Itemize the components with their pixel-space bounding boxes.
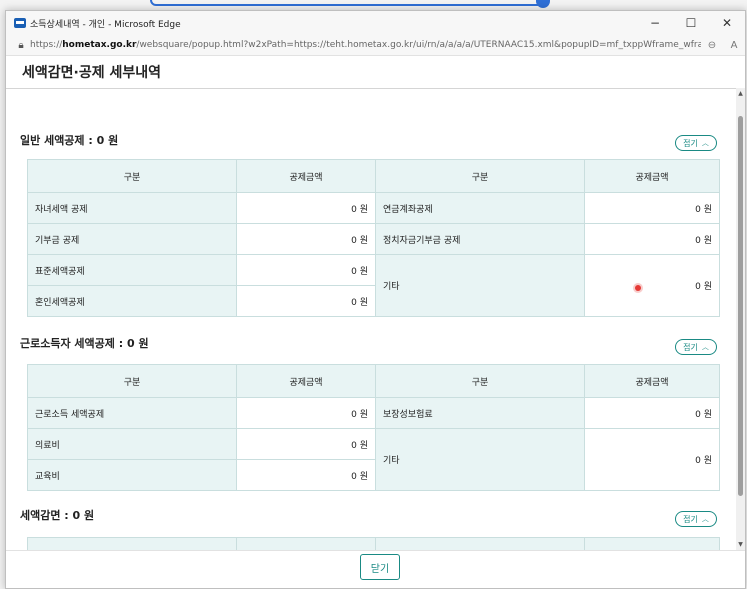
row-amount: 0 원 [236, 459, 376, 491]
col-header: 공제금액 [236, 159, 376, 193]
close-window-button[interactable]: ✕ [709, 16, 745, 30]
col-header: 공제금액 [236, 537, 376, 550]
row-label: 기부금 공제 [27, 223, 237, 255]
row-label: 기타 [375, 254, 585, 317]
fold-label: 접기 [683, 514, 698, 524]
row-amount: 0 원 [236, 397, 376, 429]
col-header: 공제금액 [236, 364, 376, 398]
footer: 닫기 [6, 550, 745, 588]
fold-button-general[interactable]: 접기 ︿ [675, 135, 717, 151]
vertical-scrollbar[interactable]: ▲ ▼ [736, 88, 745, 550]
scroll-up-arrow-icon[interactable]: ▲ [736, 90, 745, 97]
table-row: 근로소득 세액공제 0 원 보장성보험료 0 원 [27, 397, 720, 429]
col-header: 공제금액 [584, 159, 720, 193]
col-header: 구분 [27, 364, 237, 398]
general-credit-table: 구분 공제금액 구분 공제금액 자녀세액 공제 0 원 연금계좌공제 0 원 기… [27, 159, 720, 317]
section-title-general-credit: 일반 세액공제 : 0 원 [20, 134, 119, 147]
tax-reduction-table: 구분 공제금액 구분 공제금액 [27, 537, 720, 550]
row-label: 의료비 [27, 428, 237, 460]
row-amount: 0 원 [584, 428, 720, 491]
col-header: 구분 [375, 159, 585, 193]
chevron-up-icon: ︿ [701, 139, 709, 147]
row-label: 표준세액공제 [27, 254, 237, 286]
chevron-up-icon: ︿ [701, 343, 709, 351]
row-amount: 0 원 [584, 397, 720, 429]
chevron-up-icon: ︿ [701, 515, 709, 523]
col-header: 공제금액 [584, 537, 720, 550]
row-amount: 0 원 [236, 254, 376, 286]
col-header: 구분 [375, 537, 585, 550]
section-title-earned-income-credit: 근로소득자 세액공제 : 0 원 [20, 337, 149, 350]
hometax-app-icon [14, 18, 26, 28]
content-area: 일반 세액공제 : 0 원 접기 ︿ 구분 공제금액 구분 공제금액 자녀세액 공… [6, 88, 745, 550]
earned-income-credit-table: 구분 공제금액 구분 공제금액 근로소득 세액공제 0 원 보장성보험료 0 원… [27, 364, 720, 491]
row-amount: 0 원 [236, 428, 376, 460]
row-label: 교육비 [27, 459, 237, 491]
row-amount: 0 원 [584, 254, 720, 317]
row-label: 혼인세액공제 [27, 285, 237, 317]
col-header: 구분 [27, 159, 237, 193]
row-label: 기타 [375, 428, 585, 491]
page-title: 세액감면·공제 세부내역 [6, 56, 745, 89]
url-text[interactable]: https://hometax.go.kr/websquare/popup.ht… [30, 40, 701, 50]
row-label: 연금계좌공제 [375, 192, 585, 224]
table-row: 표준세액공제 0 원 기타 0 원 [27, 254, 720, 317]
close-button[interactable]: 닫기 [360, 554, 400, 580]
col-header: 구분 [375, 364, 585, 398]
row-amount: 0 원 [236, 285, 376, 317]
address-bar[interactable]: 🔒︎ https://hometax.go.kr/websquare/popup… [6, 35, 745, 56]
scroll-down-arrow-icon[interactable]: ▼ [736, 541, 745, 548]
fold-label: 접기 [683, 342, 698, 352]
background-search-box [150, 0, 544, 6]
row-label: 자녀세액 공제 [27, 192, 237, 224]
mouse-cursor [635, 285, 641, 291]
url-path: /websquare/popup.html?w2xPath=https://te… [136, 40, 701, 50]
row-label: 근로소득 세액공제 [27, 397, 237, 429]
url-prefix: https:// [30, 40, 63, 50]
section-title-tax-reduction: 세액감면 : 0 원 [20, 509, 95, 522]
zoom-icon[interactable]: ⊖ [701, 40, 723, 51]
read-aloud-icon[interactable]: A [723, 40, 745, 51]
popup-window: 소득상세내역 - 개인 - Microsoft Edge − ☐ ✕ 🔒︎ ht… [5, 10, 746, 589]
row-amount: 0 원 [584, 223, 720, 255]
minimize-button[interactable]: − [637, 16, 673, 30]
col-header: 공제금액 [584, 364, 720, 398]
scrollbar-thumb[interactable] [738, 116, 743, 496]
url-host: hometax.go.kr [62, 40, 137, 50]
table-row: 자녀세액 공제 0 원 연금계좌공제 0 원 [27, 192, 720, 224]
background-search-button [536, 0, 550, 8]
row-amount: 0 원 [236, 192, 376, 224]
window-title: 소득상세내역 - 개인 - Microsoft Edge [30, 19, 181, 30]
col-header: 구분 [27, 537, 237, 550]
fold-button-earned-income[interactable]: 접기 ︿ [675, 339, 717, 355]
title-bar: 소득상세내역 - 개인 - Microsoft Edge − ☐ ✕ [6, 11, 745, 35]
row-amount: 0 원 [236, 223, 376, 255]
row-label: 보장성보험료 [375, 397, 585, 429]
row-label: 정치자금기부금 공제 [375, 223, 585, 255]
fold-label: 접기 [683, 138, 698, 148]
fold-button-tax-reduction[interactable]: 접기 ︿ [675, 511, 717, 527]
table-row: 의료비 0 원 기타 0 원 [27, 428, 720, 491]
maximize-button[interactable]: ☐ [673, 16, 709, 30]
table-row: 기부금 공제 0 원 정치자금기부금 공제 0 원 [27, 223, 720, 255]
row-amount: 0 원 [584, 192, 720, 224]
lock-icon[interactable]: 🔒︎ [12, 40, 30, 51]
